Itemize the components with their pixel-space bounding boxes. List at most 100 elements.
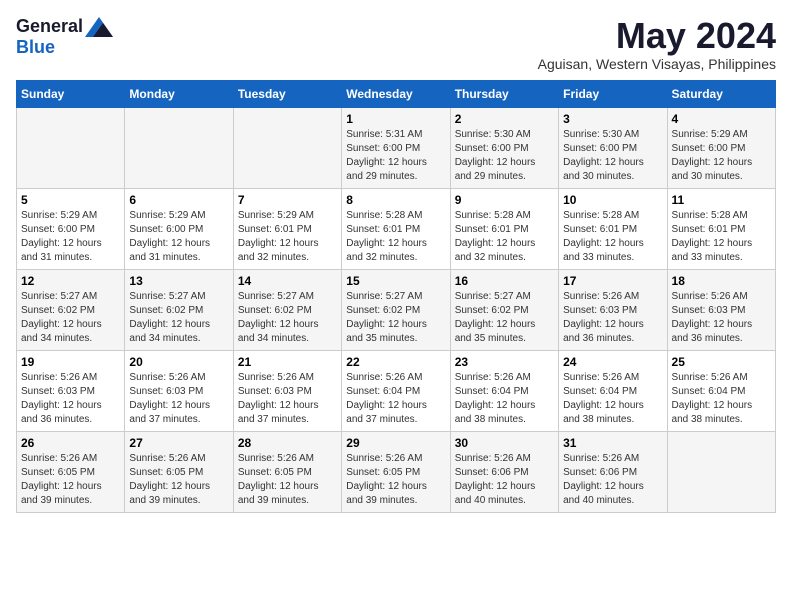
weekday-header: Friday — [559, 80, 667, 107]
day-info: Sunrise: 5:26 AM Sunset: 6:06 PM Dayligh… — [563, 452, 662, 508]
day-number: 31 — [563, 436, 662, 450]
weekday-header: Thursday — [450, 80, 558, 107]
day-info: Sunrise: 5:26 AM Sunset: 6:03 PM Dayligh… — [563, 290, 662, 346]
calendar-cell: 10 Sunrise: 5:28 AM Sunset: 6:01 PM Dayli… — [559, 188, 667, 269]
day-number: 2 — [455, 112, 554, 126]
logo-blue-text: Blue — [16, 37, 55, 58]
day-number: 22 — [346, 355, 445, 369]
calendar-cell: 21Sunrise: 5:26 AM Sunset: 6:03 PM Dayli… — [233, 350, 341, 431]
calendar-week-row: 19 Sunrise: 5:26 AM Sunset: 6:03 PM Dayli… — [17, 350, 776, 431]
day-number: 21 — [238, 355, 337, 369]
day-info: Sunrise: 5:27 AM Sunset: 6:02 PM Dayligh… — [346, 290, 445, 346]
logo: General Blue — [16, 16, 113, 58]
day-number: 8 — [346, 193, 445, 207]
day-number: 9 — [455, 193, 554, 207]
day-number: 3 — [563, 112, 662, 126]
day-number: 28 — [238, 436, 337, 450]
location-title: Aguisan, Western Visayas, Philippines — [538, 56, 776, 72]
page-header: General Blue May 2024 Aguisan, Western V… — [16, 16, 776, 72]
calendar-week-row: 5Sunrise: 5:29 AM Sunset: 6:00 PM Daylig… — [17, 188, 776, 269]
calendar-cell: 29 Sunrise: 5:26 AM Sunset: 6:05 PM Dayli… — [342, 431, 450, 512]
day-info: Sunrise: 5:29 AM Sunset: 6:01 PM Dayligh… — [238, 209, 337, 265]
weekday-header: Wednesday — [342, 80, 450, 107]
calendar-cell — [233, 107, 341, 188]
day-number: 10 — [563, 193, 662, 207]
calendar-cell: 16 Sunrise: 5:27 AM Sunset: 6:02 PM Dayli… — [450, 269, 558, 350]
day-info: Sunrise: 5:27 AM Sunset: 6:02 PM Dayligh… — [455, 290, 554, 346]
day-info: Sunrise: 5:26 AM Sunset: 6:04 PM Dayligh… — [346, 371, 445, 427]
day-info: Sunrise: 5:26 AM Sunset: 6:04 PM Dayligh… — [563, 371, 662, 427]
day-info: Sunrise: 5:28 AM Sunset: 6:01 PM Dayligh… — [346, 209, 445, 265]
calendar-cell: 11 Sunrise: 5:28 AM Sunset: 6:01 PM Dayli… — [667, 188, 775, 269]
calendar-cell: 6 Sunrise: 5:29 AM Sunset: 6:00 PM Daylig… — [125, 188, 233, 269]
day-info: Sunrise: 5:26 AM Sunset: 6:05 PM Dayligh… — [238, 452, 337, 508]
day-number: 18 — [672, 274, 771, 288]
weekday-row: SundayMondayTuesdayWednesdayThursdayFrid… — [17, 80, 776, 107]
day-number: 29 — [346, 436, 445, 450]
day-info: Sunrise: 5:26 AM Sunset: 6:03 PM Dayligh… — [21, 371, 120, 427]
calendar-cell: 12 Sunrise: 5:27 AM Sunset: 6:02 PM Dayli… — [17, 269, 125, 350]
day-number: 16 — [455, 274, 554, 288]
day-number: 23 — [455, 355, 554, 369]
weekday-header: Saturday — [667, 80, 775, 107]
day-info: Sunrise: 5:26 AM Sunset: 6:05 PM Dayligh… — [346, 452, 445, 508]
day-number: 1 — [346, 112, 445, 126]
calendar-cell — [667, 431, 775, 512]
day-number: 4 — [672, 112, 771, 126]
calendar-cell: 20 Sunrise: 5:26 AM Sunset: 6:03 PM Dayli… — [125, 350, 233, 431]
day-number: 7 — [238, 193, 337, 207]
calendar-cell: 17Sunrise: 5:26 AM Sunset: 6:03 PM Dayli… — [559, 269, 667, 350]
calendar-header: SundayMondayTuesdayWednesdayThursdayFrid… — [17, 80, 776, 107]
calendar-cell: 25 Sunrise: 5:26 AM Sunset: 6:04 PM Dayli… — [667, 350, 775, 431]
calendar-cell: 26Sunrise: 5:26 AM Sunset: 6:05 PM Dayli… — [17, 431, 125, 512]
month-title: May 2024 — [538, 16, 776, 56]
day-info: Sunrise: 5:27 AM Sunset: 6:02 PM Dayligh… — [129, 290, 228, 346]
day-number: 6 — [129, 193, 228, 207]
title-section: May 2024 Aguisan, Western Visayas, Phili… — [538, 16, 776, 72]
day-info: Sunrise: 5:26 AM Sunset: 6:03 PM Dayligh… — [129, 371, 228, 427]
logo-general-text: General — [16, 16, 83, 37]
calendar-week-row: 1Sunrise: 5:31 AM Sunset: 6:00 PM Daylig… — [17, 107, 776, 188]
day-info: Sunrise: 5:29 AM Sunset: 6:00 PM Dayligh… — [129, 209, 228, 265]
day-number: 30 — [455, 436, 554, 450]
day-number: 25 — [672, 355, 771, 369]
calendar-cell: 27Sunrise: 5:26 AM Sunset: 6:05 PM Dayli… — [125, 431, 233, 512]
day-info: Sunrise: 5:26 AM Sunset: 6:04 PM Dayligh… — [455, 371, 554, 427]
day-info: Sunrise: 5:28 AM Sunset: 6:01 PM Dayligh… — [672, 209, 771, 265]
calendar-cell: 24 Sunrise: 5:26 AM Sunset: 6:04 PM Dayli… — [559, 350, 667, 431]
calendar-cell: 3 Sunrise: 5:30 AM Sunset: 6:00 PM Daylig… — [559, 107, 667, 188]
day-number: 12 — [21, 274, 120, 288]
calendar-cell: 23 Sunrise: 5:26 AM Sunset: 6:04 PM Dayli… — [450, 350, 558, 431]
day-info: Sunrise: 5:26 AM Sunset: 6:04 PM Dayligh… — [672, 371, 771, 427]
day-info: Sunrise: 5:27 AM Sunset: 6:02 PM Dayligh… — [21, 290, 120, 346]
day-info: Sunrise: 5:29 AM Sunset: 6:00 PM Dayligh… — [672, 128, 771, 184]
day-number: 20 — [129, 355, 228, 369]
calendar-cell — [17, 107, 125, 188]
calendar-cell: 31 Sunrise: 5:26 AM Sunset: 6:06 PM Dayli… — [559, 431, 667, 512]
day-number: 11 — [672, 193, 771, 207]
calendar-cell: 30 Sunrise: 5:26 AM Sunset: 6:06 PM Dayli… — [450, 431, 558, 512]
calendar-cell: 19 Sunrise: 5:26 AM Sunset: 6:03 PM Dayli… — [17, 350, 125, 431]
day-number: 13 — [129, 274, 228, 288]
day-number: 15 — [346, 274, 445, 288]
day-info: Sunrise: 5:27 AM Sunset: 6:02 PM Dayligh… — [238, 290, 337, 346]
calendar-cell: 18Sunrise: 5:26 AM Sunset: 6:03 PM Dayli… — [667, 269, 775, 350]
calendar-cell: 15 Sunrise: 5:27 AM Sunset: 6:02 PM Dayli… — [342, 269, 450, 350]
weekday-header: Tuesday — [233, 80, 341, 107]
day-info: Sunrise: 5:30 AM Sunset: 6:00 PM Dayligh… — [455, 128, 554, 184]
day-number: 24 — [563, 355, 662, 369]
day-info: Sunrise: 5:28 AM Sunset: 6:01 PM Dayligh… — [455, 209, 554, 265]
calendar-cell: 7 Sunrise: 5:29 AM Sunset: 6:01 PM Daylig… — [233, 188, 341, 269]
day-info: Sunrise: 5:26 AM Sunset: 6:06 PM Dayligh… — [455, 452, 554, 508]
calendar-cell: 8 Sunrise: 5:28 AM Sunset: 6:01 PM Daylig… — [342, 188, 450, 269]
day-info: Sunrise: 5:26 AM Sunset: 6:05 PM Dayligh… — [129, 452, 228, 508]
calendar-cell: 5Sunrise: 5:29 AM Sunset: 6:00 PM Daylig… — [17, 188, 125, 269]
calendar-cell: 28 Sunrise: 5:26 AM Sunset: 6:05 PM Dayli… — [233, 431, 341, 512]
calendar-week-row: 12 Sunrise: 5:27 AM Sunset: 6:02 PM Dayli… — [17, 269, 776, 350]
calendar-cell: 9 Sunrise: 5:28 AM Sunset: 6:01 PM Daylig… — [450, 188, 558, 269]
day-info: Sunrise: 5:28 AM Sunset: 6:01 PM Dayligh… — [563, 209, 662, 265]
calendar-cell: 13 Sunrise: 5:27 AM Sunset: 6:02 PM Dayli… — [125, 269, 233, 350]
day-number: 19 — [21, 355, 120, 369]
day-info: Sunrise: 5:30 AM Sunset: 6:00 PM Dayligh… — [563, 128, 662, 184]
day-info: Sunrise: 5:26 AM Sunset: 6:05 PM Dayligh… — [21, 452, 120, 508]
